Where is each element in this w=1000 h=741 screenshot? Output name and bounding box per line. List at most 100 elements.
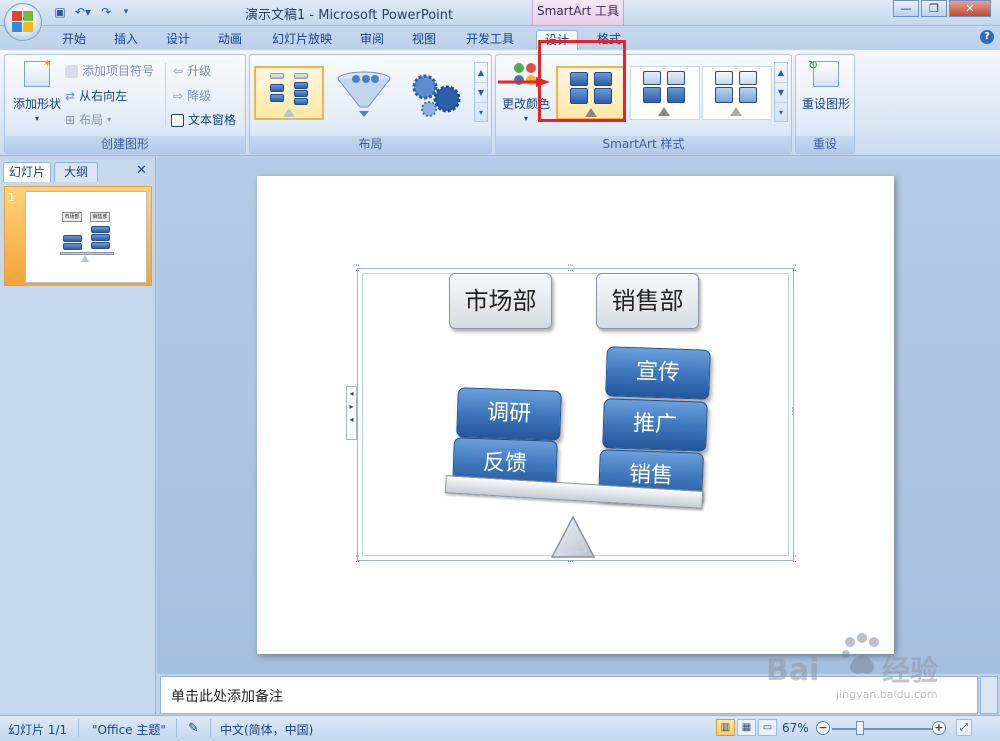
tab-developer[interactable]: 开发工具 [458,30,522,50]
right-item-shape[interactable]: 宣传 [605,346,711,400]
smartart-inner-frame [362,273,789,556]
add-shape-icon: ✶ [24,57,52,87]
resize-handle[interactable]: ⁚⁚ [792,556,797,565]
left-category-shape[interactable]: 市场部 [449,273,552,329]
reset-graphic-button[interactable]: ↻ 重设图形 [798,58,854,112]
zoom-in-icon[interactable]: + [932,721,946,735]
demote-button[interactable]: ⇨ 降级 [173,86,211,106]
language-indicator[interactable]: 中文(简体，中国) [220,721,313,738]
office-logo-icon [12,11,34,33]
baidu-watermark-logo: Bai 经验 jingyan.baidu.com [766,633,938,701]
fit-to-window-icon[interactable]: ⤢ [956,719,972,736]
tab-view[interactable]: 视图 [402,30,446,50]
right-to-left-button[interactable]: ⇄ 从右向左 [65,86,127,106]
quick-access-toolbar: ▣ ↶▾ ↷ ▾ [52,4,134,22]
zoom-slider[interactable] [832,728,932,730]
bullet-list-icon [65,64,78,78]
scroll-down-icon[interactable]: ▼ [775,83,787,103]
style-option-2[interactable] [630,66,700,120]
slides-panel: 幻灯片 大纲 ✕ 1 市场部 销售部 [0,158,156,714]
styles-gallery-scroll[interactable]: ▲ ▼ ▾ [774,62,788,122]
reset-group-label: 重设 [796,136,854,153]
tab-home[interactable]: 开始 [52,30,96,50]
scroll-up-icon[interactable]: ▲ [475,63,487,83]
right-item-shape[interactable]: 推广 [602,398,708,452]
scroll-down-icon[interactable]: ▼ [475,83,487,103]
tab-slideshow[interactable]: 幻灯片放映 [264,30,340,50]
slide-sorter-view-icon[interactable]: ▦ [737,719,756,736]
slide-number: 1 [8,191,15,204]
tab-design[interactable]: 设计 [156,30,200,50]
spell-check-icon[interactable]: ✎ [188,721,199,736]
layout-option-balance[interactable] [254,66,324,120]
layouts-group: ▲ ▼ ▾ 布局 [249,54,492,154]
smartart-styles-group-label: SmartArt 样式 [496,136,791,153]
reset-graphic-icon: ↻ [808,58,839,87]
notes-placeholder: 单击此处添加备注 [171,689,283,705]
layout-option-gears[interactable] [400,66,470,120]
svg-text:Bai: Bai [766,653,819,688]
svg-text:jingyan.baidu.com: jingyan.baidu.com [835,688,938,701]
ribbon-tab-row: 开始 插入 设计 动画 幻灯片放映 审阅 视图 开发工具 设计 格式 [0,26,1000,50]
create-graphic-group: ✶ 添加形状 ▾ 添加项目符号 ⇄ 从右向左 ⊞ 布局 ▾ ⇦ 升级 ⇨ 降级 [4,54,246,154]
slideshow-view-icon[interactable]: ▭ [758,719,777,736]
tab-review[interactable]: 审阅 [350,30,394,50]
tab-insert[interactable]: 插入 [104,30,148,50]
layout-option-funnel[interactable] [328,66,398,120]
status-bar: 幻灯片 1/1 "Office 主题" ✎ 中文(简体，中国) ▥ ▦ ▭ 67… [0,715,1000,741]
close-panel-icon[interactable]: ✕ [136,163,147,178]
layouts-gallery-scroll[interactable]: ▲ ▼ ▾ [474,62,488,122]
thumb-right-head: 销售部 [90,212,110,222]
add-shape-button[interactable]: ✶ 添加形状 ▾ [9,57,65,123]
slide-canvas[interactable]: ⁚⁚ ⁚⁚⁚ ⁚⁚ ⁚⁚ ⁚⁚⁚ ⁚⁚ ⋮ 市场部 销售部 调研 反馈 宣传 推… [257,176,894,654]
gallery-more-icon[interactable]: ▾ [775,103,787,123]
hierarchy-icon: ⊞ [65,113,76,127]
reset-group: ↻ 重设图形 重设 [795,54,855,154]
tab-slides[interactable]: 幻灯片 [3,162,51,182]
resize-handle[interactable]: ⁚⁚ [792,265,797,274]
right-category-shape[interactable]: 销售部 [596,273,699,329]
thumb-left-head: 市场部 [62,212,82,222]
resize-handle[interactable]: ⁚⁚ [355,556,360,565]
customize-qat-icon[interactable]: ▾ [118,4,134,20]
layout-dropdown-button[interactable]: ⊞ 布局 ▾ [65,110,111,130]
window-title: 演示文稿1 - Microsoft PowerPoint [245,8,454,23]
add-bullet-button[interactable]: 添加项目符号 [65,61,154,81]
slide-editing-area: ⁚⁚ ⁚⁚⁚ ⁚⁚ ⁚⁚ ⁚⁚⁚ ⁚⁚ ⋮ 市场部 销售部 调研 反馈 宣传 推… [157,158,1000,674]
create-graphic-group-label: 创建图形 [5,136,245,153]
zoom-level[interactable]: 67% [782,721,809,735]
office-button[interactable] [4,3,42,41]
tab-animations[interactable]: 动画 [208,30,252,50]
restore-button[interactable]: ❐ [921,0,947,17]
slide-thumbnail-1[interactable]: 1 市场部 销售部 [4,186,152,286]
resize-handle[interactable]: ⁚⁚ [355,265,360,274]
resize-handle[interactable]: ⋮ [788,408,797,417]
normal-view-icon[interactable]: ▥ [716,719,735,736]
close-window-button[interactable]: ✕ [949,0,991,17]
smartart-frame[interactable]: ⁚⁚ ⁚⁚⁚ ⁚⁚ ⁚⁚ ⁚⁚⁚ ⁚⁚ ⋮ 市场部 销售部 调研 反馈 宣传 推… [355,265,797,565]
redo-icon[interactable]: ↷ [98,4,114,20]
gallery-more-icon[interactable]: ▾ [475,103,487,123]
swap-icon: ⇄ [65,89,76,103]
slide-counter: 幻灯片 1/1 [8,723,68,737]
help-icon[interactable]: ? [980,30,994,44]
text-pane-icon [171,113,184,127]
style-option-3[interactable] [702,66,772,120]
title-bar: ▣ ↶▾ ↷ ▾ 演示文稿1 - Microsoft PowerPoint Sm… [0,0,1000,26]
undo-icon[interactable]: ↶▾ [72,4,94,20]
zoom-out-icon[interactable]: − [816,721,830,735]
minimize-button[interactable]: — [893,0,919,17]
text-pane-button[interactable]: 文本窗格 [171,110,236,130]
scroll-up-icon[interactable]: ▲ [775,63,787,83]
resize-handle[interactable]: ⁚⁚⁚ [567,265,574,274]
arrow-left-icon: ⇦ [173,64,184,78]
left-item-shape[interactable]: 调研 [456,387,562,441]
save-icon[interactable]: ▣ [52,4,68,20]
promote-button[interactable]: ⇦ 升级 [173,61,211,81]
zoom-slider-thumb[interactable] [856,721,864,735]
tab-outline[interactable]: 大纲 [54,162,98,182]
highlight-box [538,40,626,122]
text-pane-toggle[interactable]: ◂ ▸ ◂ [346,386,357,440]
notes-scrollbar[interactable] [980,676,998,714]
fulcrum-triangle-shape[interactable] [550,515,596,559]
